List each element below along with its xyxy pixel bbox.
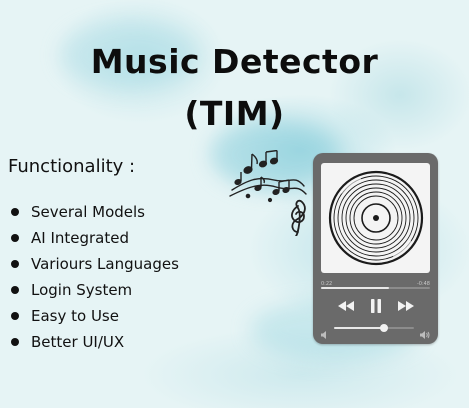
progress-bar[interactable]: [321, 287, 430, 289]
functionality-heading: Functionality :: [8, 156, 136, 177]
volume-control: [321, 322, 430, 339]
feature-label: Easy to Use: [31, 307, 119, 325]
vinyl-record-icon: [321, 163, 430, 273]
feature-label: AI Integrated: [31, 229, 130, 247]
bullet-icon: [11, 286, 19, 294]
feature-item: AI Integrated: [11, 225, 179, 251]
feature-label: Variours Languages: [31, 255, 179, 273]
music-notes-icon: [228, 149, 310, 237]
speaker-high-icon: [420, 324, 430, 343]
bullet-icon: [11, 208, 19, 216]
bullet-icon: [11, 260, 19, 268]
feature-label: Login System: [31, 281, 133, 299]
bullet-icon: [11, 234, 19, 242]
playback-controls: [313, 296, 438, 316]
feature-item: Better UI/UX: [11, 329, 179, 355]
bullet-icon: [11, 312, 19, 320]
volume-knob[interactable]: [379, 324, 388, 332]
volume-slider[interactable]: [334, 324, 414, 332]
feature-item: Login System: [11, 277, 179, 303]
bullet-icon: [11, 338, 19, 346]
pause-icon[interactable]: [365, 296, 387, 316]
fast-forward-icon[interactable]: [395, 296, 417, 316]
feature-label: Several Models: [31, 203, 146, 221]
progress-fill: [321, 287, 389, 289]
speaker-low-icon: [321, 324, 329, 343]
feature-item: Variours Languages: [11, 251, 179, 277]
time-row: 0:22 -0:48: [321, 281, 430, 291]
music-player: 0:22 -0:48: [313, 153, 438, 344]
feature-item: Easy to Use: [11, 303, 179, 329]
feature-list: Several Models AI Integrated Variours La…: [11, 199, 179, 355]
rewind-icon[interactable]: [335, 296, 357, 316]
feature-item: Several Models: [11, 199, 179, 225]
volume-fill: [334, 327, 384, 329]
page-title: Music Detector: [90, 42, 379, 81]
feature-label: Better UI/UX: [31, 333, 125, 351]
page-subtitle: (TIM): [184, 94, 285, 133]
